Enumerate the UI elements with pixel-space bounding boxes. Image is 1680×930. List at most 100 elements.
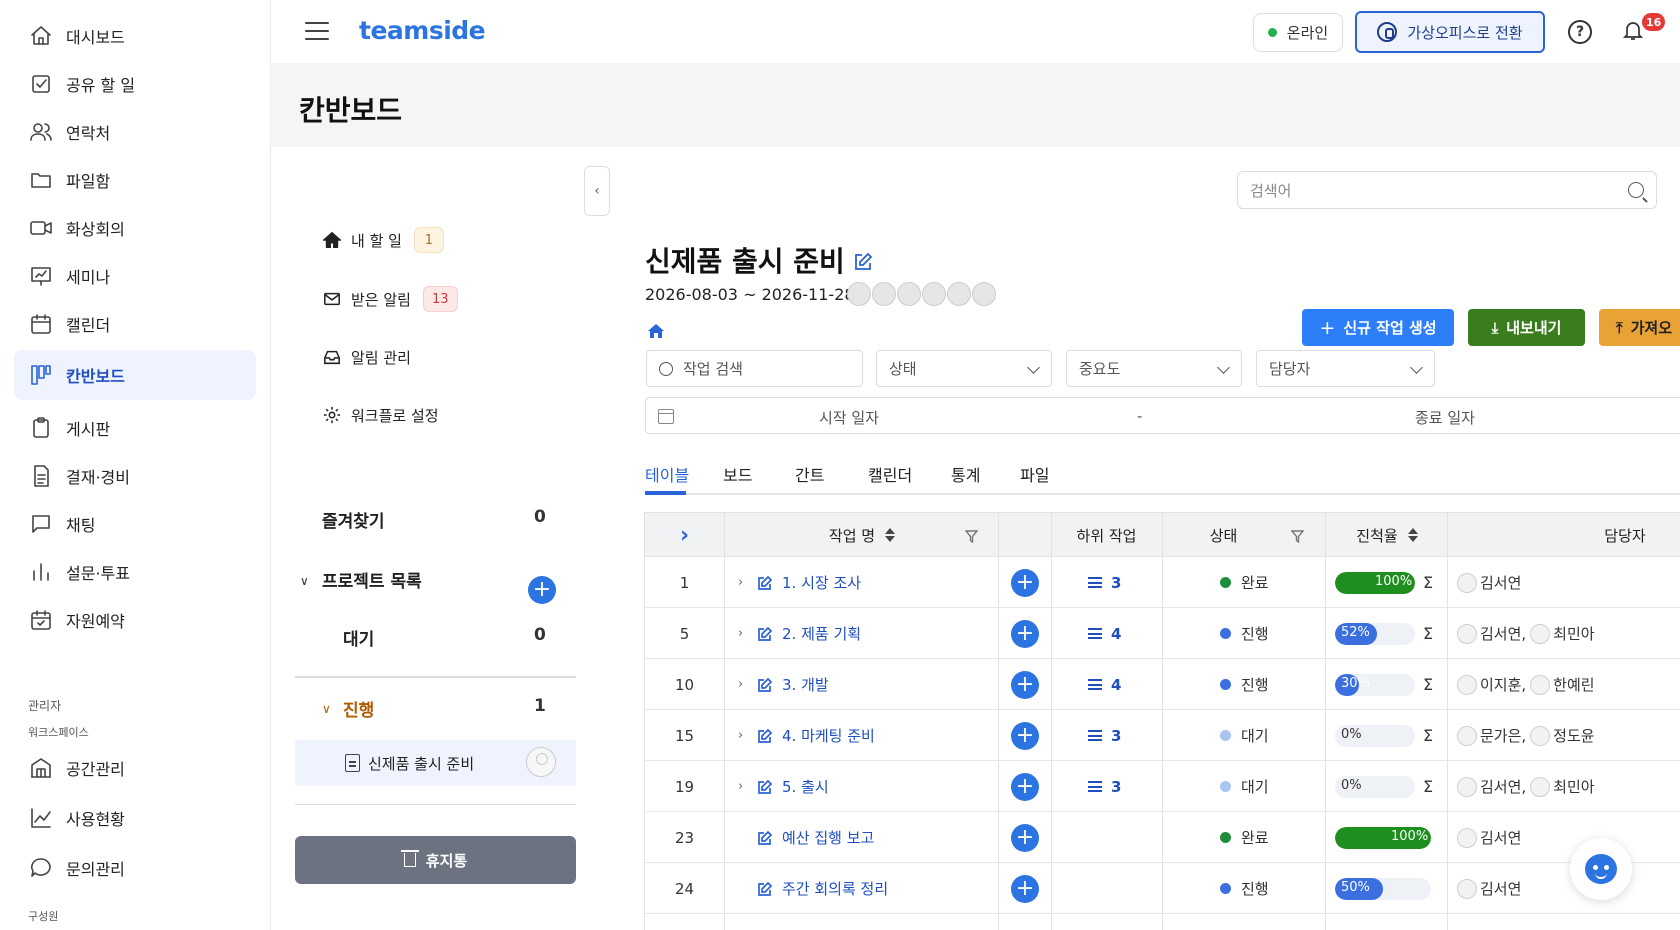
sidebar-item-2[interactable]: 연락처 bbox=[14, 107, 256, 157]
edit-icon[interactable] bbox=[758, 779, 773, 794]
chevron-right-icon[interactable]: › bbox=[738, 728, 746, 743]
date-range-picker[interactable]: 시작 일자 - 종료 일자 bbox=[645, 397, 1680, 434]
filter-icon[interactable] bbox=[964, 529, 979, 544]
add-subtask-button[interactable]: + bbox=[1011, 721, 1039, 750]
tab-5[interactable]: 파일 bbox=[1020, 462, 1049, 486]
sort-icon[interactable] bbox=[885, 528, 896, 542]
collapse-panel-button[interactable]: ‹ bbox=[584, 166, 610, 216]
waiting-group-label[interactable]: 대기 bbox=[343, 625, 374, 650]
tab-4[interactable]: 통계 bbox=[951, 462, 980, 486]
sigma-icon[interactable]: Σ bbox=[1423, 675, 1433, 694]
panel-link-1[interactable]: 받은 알림 13 bbox=[322, 285, 458, 313]
chevron-right-icon[interactable]: › bbox=[738, 677, 746, 692]
sidebar-item-3[interactable]: 파일함 bbox=[14, 155, 256, 205]
tab-1[interactable]: 보드 bbox=[723, 462, 752, 486]
task-link[interactable]: 2. 제품 기획 bbox=[782, 623, 861, 644]
sidebar-item-8[interactable]: 게시판 bbox=[14, 403, 256, 453]
task-link[interactable]: 4. 마케팅 준비 bbox=[782, 725, 875, 746]
sidebar-admin-item-2[interactable]: 문의관리 bbox=[14, 843, 256, 893]
export-button[interactable]: ⤓ 내보내기 bbox=[1468, 309, 1585, 346]
expand-all-button[interactable]: › bbox=[645, 513, 724, 557]
panel-link-0[interactable]: 내 할 일 1 bbox=[322, 226, 444, 254]
import-button[interactable]: ⤒ 가져오 bbox=[1599, 309, 1680, 346]
progress-header[interactable]: 진척율 bbox=[1325, 513, 1447, 557]
sidebar-item-1[interactable]: 공유 할 일 bbox=[14, 59, 256, 109]
status-filter-select[interactable]: 상태 bbox=[876, 350, 1052, 387]
search-input[interactable]: 검색어 bbox=[1237, 171, 1657, 209]
trash-button[interactable]: 휴지통 bbox=[295, 836, 576, 884]
table-row[interactable]: 19 › 5. 출시 + 3 대기 0% Σ 김서연, 최민아 bbox=[645, 761, 1680, 812]
tab-3[interactable]: 캘린더 bbox=[868, 462, 912, 486]
edit-icon[interactable] bbox=[758, 728, 773, 743]
sidebar-item-10[interactable]: 채팅 bbox=[14, 499, 256, 549]
sigma-icon[interactable]: Σ bbox=[1423, 573, 1433, 592]
add-subtask-button[interactable]: + bbox=[1011, 874, 1039, 903]
subtask-count[interactable]: 4 bbox=[1088, 676, 1121, 694]
sidebar-item-0[interactable]: 대시보드 bbox=[14, 11, 256, 61]
assignee-filter-select[interactable]: 담당자 bbox=[1256, 350, 1435, 387]
edit-icon[interactable] bbox=[758, 575, 773, 590]
edit-icon[interactable] bbox=[758, 677, 773, 692]
filter-icon[interactable] bbox=[1290, 529, 1305, 544]
sidebar-admin-item-0[interactable]: 공간관리 bbox=[14, 743, 256, 793]
virtual-office-button[interactable]: 가상오피스로 전환 bbox=[1355, 11, 1545, 53]
edit-icon[interactable] bbox=[758, 626, 773, 641]
priority-filter-select[interactable]: 중요도 bbox=[1066, 350, 1242, 387]
edit-icon[interactable] bbox=[853, 252, 873, 272]
help-icon[interactable]: ? bbox=[1568, 20, 1592, 44]
add-subtask-button[interactable]: + bbox=[1011, 568, 1039, 597]
progress-group-label[interactable]: 진행 bbox=[343, 696, 374, 721]
task-name-cell[interactable]: › 5. 출시 bbox=[738, 761, 998, 812]
sort-icon[interactable] bbox=[1407, 528, 1418, 542]
sidebar-item-4[interactable]: 화상회의 bbox=[14, 203, 256, 253]
sigma-icon[interactable]: Σ bbox=[1423, 777, 1433, 796]
chevron-down-icon[interactable]: ∨ bbox=[322, 702, 331, 716]
task-link[interactable]: 5. 출시 bbox=[782, 776, 829, 797]
add-subtask-button[interactable]: + bbox=[1011, 670, 1039, 699]
chatbot-button[interactable] bbox=[1570, 838, 1632, 900]
add-subtask-button[interactable]: + bbox=[1011, 619, 1039, 648]
chevron-right-icon[interactable]: › bbox=[738, 779, 746, 794]
online-status-button[interactable]: 온라인 bbox=[1253, 13, 1343, 52]
sidebar-item-7[interactable]: 칸반보드 bbox=[14, 350, 256, 400]
tab-2[interactable]: 간트 bbox=[795, 462, 824, 486]
edit-icon[interactable] bbox=[758, 881, 773, 896]
sidebar-item-11[interactable]: 설문·투표 bbox=[14, 547, 256, 597]
sidebar-admin-item-1[interactable]: 사용현황 bbox=[14, 793, 256, 843]
sidebar-item-12[interactable]: 자원예약 bbox=[14, 595, 256, 645]
start-date-input[interactable]: 시작 일자 bbox=[819, 407, 879, 428]
panel-link-2[interactable]: 알림 관리 bbox=[322, 343, 411, 371]
project-list-label[interactable]: 프로젝트 목록 bbox=[322, 567, 422, 592]
table-row[interactable]: 10 › 3. 개발 + 4 진행 30% Σ 이지훈, 한예린 bbox=[645, 659, 1680, 710]
end-date-input[interactable]: 종료 일자 bbox=[1415, 407, 1475, 428]
task-name-cell[interactable]: › 1. 시장 조사 bbox=[738, 557, 998, 608]
table-row[interactable]: 5 › 2. 제품 기획 + 4 진행 52% Σ 김서연, 최민아 bbox=[645, 608, 1680, 659]
subtask-count[interactable]: 3 bbox=[1088, 727, 1121, 745]
table-row[interactable]: 1 › 1. 시장 조사 + 3 완료 100% Σ 김서연 bbox=[645, 557, 1680, 608]
sidebar-item-6[interactable]: 캘린더 bbox=[14, 299, 256, 349]
task-link[interactable]: 예산 집행 보고 bbox=[782, 827, 874, 848]
home-icon[interactable] bbox=[648, 324, 664, 338]
brand-logo[interactable]: teamside bbox=[359, 16, 486, 45]
subtask-count[interactable]: 4 bbox=[1088, 625, 1121, 643]
panel-link-3[interactable]: 워크플로 설정 bbox=[322, 401, 439, 429]
add-subtask-button[interactable]: + bbox=[1011, 772, 1039, 801]
add-subtask-button[interactable]: + bbox=[1011, 823, 1039, 852]
task-search-input[interactable]: 작업 검색 bbox=[646, 350, 863, 387]
subtask-count[interactable]: 3 bbox=[1088, 574, 1121, 592]
task-name-cell[interactable]: 주간 회의록 정리 bbox=[738, 863, 998, 914]
task-name-cell[interactable]: 예산 집행 보고 bbox=[738, 812, 998, 863]
menu-icon[interactable] bbox=[305, 22, 329, 42]
task-link[interactable]: 1. 시장 조사 bbox=[782, 572, 861, 593]
search-icon[interactable] bbox=[1628, 182, 1644, 198]
tab-0[interactable]: 테이블 bbox=[645, 462, 689, 486]
task-name-cell[interactable]: › 2. 제품 기획 bbox=[738, 608, 998, 659]
sigma-icon[interactable]: Σ bbox=[1423, 726, 1433, 745]
chevron-right-icon[interactable]: › bbox=[738, 575, 746, 590]
subtask-count[interactable]: 3 bbox=[1088, 778, 1121, 796]
task-name-header[interactable]: 작업 명 bbox=[724, 513, 998, 557]
sidebar-item-9[interactable]: 결재·경비 bbox=[14, 451, 256, 501]
task-name-cell[interactable]: › 3. 개발 bbox=[738, 659, 998, 710]
favorites-label[interactable]: 즐겨찾기 bbox=[322, 507, 385, 532]
table-row[interactable]: 23 예산 집행 보고 + 완료 100% 김서연 bbox=[645, 812, 1680, 863]
